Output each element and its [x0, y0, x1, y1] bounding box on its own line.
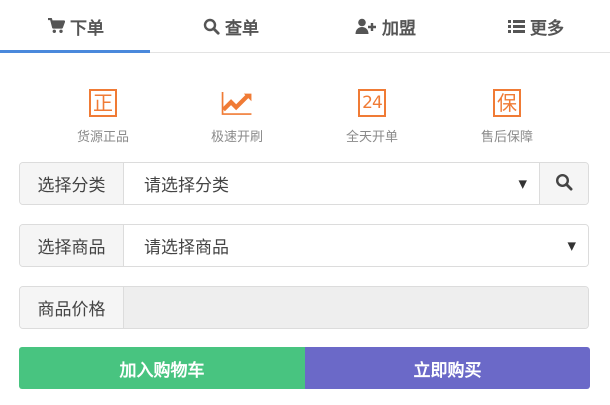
price-group: 商品价格: [19, 286, 589, 329]
search-icon: [201, 17, 221, 35]
add-to-cart-button[interactable]: 加入购物车: [19, 347, 305, 389]
price-label: 商品价格: [20, 287, 124, 328]
24-hour-icon: 24: [355, 86, 389, 120]
product-label: 选择商品: [20, 225, 124, 266]
search-icon: [555, 173, 573, 195]
category-select[interactable]: 请选择分类 ▼: [124, 163, 539, 204]
tab-more[interactable]: 更多: [460, 0, 610, 52]
category-select-value: 请选择分类: [144, 176, 229, 196]
chevron-down-icon: ▼: [518, 177, 527, 190]
category-label: 选择分类: [20, 163, 124, 204]
category-group: 选择分类 请选择分类 ▼: [19, 162, 589, 205]
tab-more-label: 更多: [530, 18, 564, 39]
feature-genuine: 正 货源正品: [43, 86, 163, 145]
genuine-badge-icon: 正: [86, 86, 120, 120]
feature-fast: 极速开刷: [177, 86, 297, 145]
feature-fast-label: 极速开刷: [210, 130, 263, 145]
tab-join-label: 加盟: [382, 18, 416, 39]
feature-24h-label: 全天开单: [345, 130, 398, 145]
product-select[interactable]: 请选择商品 ▼: [124, 225, 588, 266]
feature-row: 正 货源正品 极速开刷 24 全天开单 保 售后保障: [33, 86, 573, 150]
tab-order[interactable]: 下单: [0, 0, 150, 53]
chevron-down-icon: ▼: [567, 239, 576, 252]
add-user-icon: [354, 17, 378, 35]
feature-24h: 24 全天开单: [312, 86, 432, 145]
category-search-button[interactable]: [539, 163, 588, 204]
price-field: [124, 287, 588, 328]
tab-query[interactable]: 查单: [150, 0, 310, 52]
feature-guarantee-label: 售后保障: [480, 130, 533, 145]
tab-query-label: 查单: [225, 18, 259, 39]
trend-up-icon: [220, 86, 254, 120]
cart-icon: [46, 17, 66, 35]
feature-guarantee: 保 售后保障: [447, 86, 567, 145]
top-tab-bar: 下单 查单 加盟 更多: [0, 0, 610, 53]
product-group: 选择商品 请选择商品 ▼: [19, 224, 589, 267]
buy-now-button[interactable]: 立即购买: [305, 347, 590, 389]
product-select-value: 请选择商品: [144, 238, 229, 258]
tab-order-label: 下单: [70, 18, 104, 39]
list-icon: [506, 17, 526, 35]
action-buttons: 加入购物车 立即购买: [19, 347, 590, 389]
feature-genuine-label: 货源正品: [76, 130, 129, 145]
tab-join[interactable]: 加盟: [310, 0, 460, 52]
guarantee-badge-icon: 保: [490, 86, 524, 120]
